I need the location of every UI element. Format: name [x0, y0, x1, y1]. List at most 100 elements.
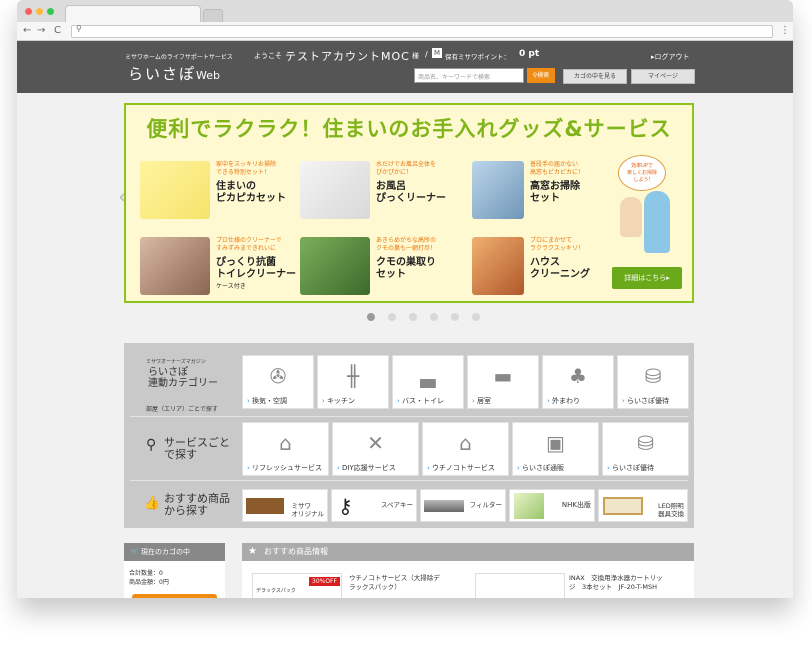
tile-spare-key[interactable]: ⚷ スペアキー [331, 489, 417, 522]
category-row-area: ミサワオーナーズマガジン らいさぽ 連動カテゴリー 部屋（エリア）ごとで探す ✇… [124, 343, 694, 415]
search-icon: ⚲ [76, 24, 82, 33]
tile-led-light[interactable]: LED照明 器具交換 [598, 489, 688, 522]
tile-nhk-books[interactable]: NHK出版 [509, 489, 595, 522]
tile-bath-toilet[interactable]: ▃ › バス・トイレ [392, 355, 464, 409]
tile-raisapo-perks-2[interactable]: ⛁ › らいさぽ優待 [602, 422, 689, 476]
reload-icon[interactable]: C [54, 24, 61, 38]
tile-label: LED照明 器具交換 [658, 502, 684, 518]
area-category-sub: 部屋（エリア）ごとで探す [146, 406, 218, 413]
carousel-dot[interactable] [472, 313, 480, 321]
tile-label: › 外まわり [547, 397, 581, 405]
tile-refresh-service[interactable]: ⌂ › リフレッシュサービス [242, 422, 329, 476]
banner-item-name: お風呂 ぴっくリーナー [376, 181, 446, 204]
furniture-icon [246, 498, 284, 514]
banner-item-cobweb[interactable]: あきらめがちな高所の クモの巣も一網打尽！ クモの巣取り セット [300, 237, 460, 297]
banner-item-toilet[interactable]: プロ仕様のクリーナーで すみずみまできれいに ぴっくり抗菌 トイレクリーナー ケ… [140, 237, 300, 297]
banner-item-window[interactable]: 普段手の届かない 高窓もピカピカに！ 高窓お掃除 セット [472, 161, 632, 221]
tile-label: ミサワ オリジナル [291, 502, 325, 518]
banner-item-bath[interactable]: 水だけでお風呂全体を ぴかぴかに！ お風呂 ぴっくリーナー [300, 161, 460, 221]
minimize-window-icon[interactable] [36, 8, 43, 15]
banner-item-sub: プロ仕様のクリーナーで すみずみまできれいに [216, 237, 282, 252]
url-field[interactable]: ⚲ [71, 24, 773, 38]
welcome-text: ようこそ [254, 52, 282, 60]
tile-label: › キッチン [322, 397, 356, 405]
filter-icon [424, 500, 464, 512]
banner-item-sub: 家中をスッキリお掃除 できる特別セット！ [216, 161, 277, 176]
carousel-dot[interactable] [430, 313, 438, 321]
search-button-label: 検索 [537, 72, 550, 79]
pack-label: デラックスパック [256, 588, 296, 594]
carousel-dot[interactable] [451, 313, 459, 321]
bag-icon: ⛁ [644, 364, 662, 388]
area-category-title: らいさぽ 連動カテゴリー [148, 367, 218, 389]
browser-window: ← → C ⚲ ⋮ ミサワホームのライフサポートサービス ようこそ テストアカウ… [17, 0, 793, 598]
recommended-category-title: おすすめ商品 から探す [164, 492, 230, 517]
product-title-1[interactable]: ウチノコトサービス（大掃除デ ラックスパック） [349, 574, 440, 592]
tile-raisapo-perks[interactable]: ⛁ › らいさぽ優待 [617, 355, 689, 409]
tab-bar [17, 0, 793, 22]
category-row-recommended: 👍 おすすめ商品 から探す ミサワ オリジナル ⚷ スペアキー フィルター NHK… [124, 481, 694, 527]
recommended-title: おすすめ商品情報 [264, 547, 328, 556]
back-icon[interactable]: ← [23, 24, 31, 38]
forward-icon[interactable]: → [37, 24, 45, 38]
tile-uchinokoto-service[interactable]: ⌂ › ウチノコトサービス [422, 422, 509, 476]
promo-banner[interactable]: 便利でラクラク！住まいのお手入れグッズ&サービス 家中をスッキリお掃除 できる特… [124, 103, 694, 303]
logo-suffix: Web [196, 69, 220, 82]
separator: / [425, 50, 428, 59]
product-image-inax[interactable] [475, 573, 565, 598]
banner-title: 便利でラクラク！住まいのお手入れグッズ&サービス [146, 117, 672, 141]
banner-detail-button[interactable]: 詳細はこちら▸ [612, 267, 682, 289]
tile-exterior[interactable]: ♣ › 外まわり [542, 355, 614, 409]
search-input[interactable]: 商品名、キーワードで検索 [414, 68, 524, 83]
carousel-dot[interactable] [409, 313, 417, 321]
close-window-icon[interactable] [25, 8, 32, 15]
site-header: ミサワホームのライフサポートサービス ようこそ テストアカウントMOC 様 / … [17, 41, 793, 93]
carousel-dot[interactable] [367, 313, 375, 321]
mypage-button[interactable]: マイページ [631, 69, 695, 84]
cleaning-set-image [140, 161, 210, 219]
banner-item-pika[interactable]: 家中をスッキリお掃除 できる特別セット！ 住まいの ピカピカセット [140, 161, 300, 221]
search-button[interactable]: ⚲検索 [527, 68, 555, 83]
tile-ventilation[interactable]: ✇ › 換気・空調 [242, 355, 314, 409]
tile-label: フィルター [469, 501, 502, 509]
cart-button[interactable] [132, 594, 217, 598]
tagline: ミサワホームのライフサポートサービス [125, 54, 233, 61]
tile-misawa-original[interactable]: ミサワ オリジナル [242, 489, 328, 522]
tile-raisapo-shop[interactable]: ▣ › らいさぽ通販 [512, 422, 599, 476]
browser-menu-icon[interactable]: ⋮ [780, 24, 790, 38]
cart-summary: 🛒 現在のカゴの中 合計数量：0 商品金額：0円 [124, 543, 225, 598]
tile-living-room[interactable]: ▬ › 居室 [467, 355, 539, 409]
tile-diy-service[interactable]: ✕ › DIY応援サービス [332, 422, 419, 476]
banner-item-house-cleaning[interactable]: プロにまかせて ラクラクスッキリ！ ハウス クリーニング [472, 237, 632, 297]
discount-badge: 30%OFF [309, 577, 340, 586]
tile-label-text: 外まわり [552, 397, 581, 405]
maximize-window-icon[interactable] [47, 8, 54, 15]
view-cart-button[interactable]: カゴの中を見る [563, 69, 627, 84]
tile-label-text: らいさぽ優待 [627, 397, 670, 405]
star-icon: ★ [248, 546, 257, 557]
tile-label: NHK出版 [561, 501, 591, 509]
new-tab-button[interactable] [203, 9, 223, 22]
tile-label: › 換気・空調 [247, 397, 288, 405]
carousel-dot[interactable] [388, 313, 396, 321]
magazine-label: ミサワオーナーズマガジン [146, 359, 206, 365]
box-icon: ▣ [546, 431, 565, 455]
bag-icon: ⛁ [637, 431, 654, 455]
cat-illustration [620, 197, 642, 237]
logout-link[interactable]: ▸ログアウト [651, 52, 690, 62]
tile-filter[interactable]: フィルター [420, 489, 506, 522]
points-value: 0 pt [519, 49, 540, 59]
cart-amount: 商品金額：0円 [129, 579, 169, 586]
product-title-2[interactable]: INAX 交換用浄水器カートリッ ジ 3本セット JF-20-T-MSH [569, 574, 663, 592]
tile-label: › らいさぽ優待 [622, 397, 670, 405]
tile-kitchen[interactable]: ╫ › キッチン [317, 355, 389, 409]
cart-summary-title: 現在のカゴの中 [140, 548, 190, 556]
tile-label: › バス・トイレ [397, 397, 445, 405]
service-category-title: サービスごと で探す [164, 436, 230, 461]
product-image-deluxe[interactable]: 30%OFF デラックスパック [252, 573, 342, 598]
browser-tab[interactable] [65, 5, 201, 22]
house-refresh-icon: ⌂ [279, 431, 292, 455]
cobweb-duster-image [300, 237, 370, 295]
site-logo[interactable]: らいさぽWeb [128, 63, 220, 84]
misawa-m-badge: M [432, 48, 442, 58]
